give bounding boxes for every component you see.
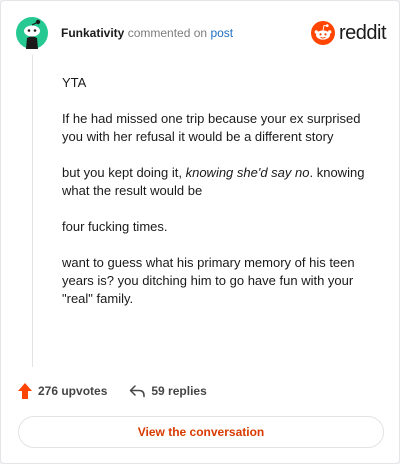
comment-paragraph: four fucking times. — [62, 219, 168, 234]
username[interactable]: Funkativity — [61, 26, 124, 40]
view-conversation-button[interactable]: View the conversation — [18, 416, 384, 448]
reddit-alien-icon — [311, 21, 335, 45]
user-avatar[interactable] — [16, 17, 48, 49]
comment-body: YTA If he had missed one trip because yo… — [62, 74, 382, 326]
upvote-arrow-icon — [18, 383, 32, 399]
comment-paragraph: but you kept doing it, knowing she'd say… — [62, 164, 382, 200]
upvote-count: 276 upvotes — [38, 384, 108, 398]
reddit-logo[interactable]: reddit — [311, 21, 387, 45]
snoo-avatar-icon — [16, 17, 48, 49]
replies-button[interactable]: 59 replies — [129, 384, 207, 398]
comment-footer: 276 upvotes 59 replies — [18, 383, 207, 399]
comment-paragraph: YTA — [62, 75, 87, 90]
reply-arrow-icon — [130, 385, 146, 398]
post-link[interactable]: post — [210, 26, 233, 40]
upvote-button[interactable]: 276 upvotes — [18, 383, 107, 399]
comment-header: Funkativity commented on post — [61, 26, 233, 40]
thread-line — [32, 55, 33, 367]
comment-text: but you kept doing it, — [62, 165, 186, 180]
comment-card: Funkativity commented on post reddit YTA… — [0, 0, 400, 464]
comment-emphasis: knowing she'd say no — [185, 165, 310, 180]
action-text: commented on — [127, 26, 208, 40]
comment-paragraph: want to guess what his primary memory of… — [62, 255, 355, 306]
reply-count: 59 replies — [151, 384, 207, 398]
logo-wordmark: reddit — [339, 22, 387, 44]
comment-paragraph: If he had missed one trip because your e… — [62, 111, 361, 144]
